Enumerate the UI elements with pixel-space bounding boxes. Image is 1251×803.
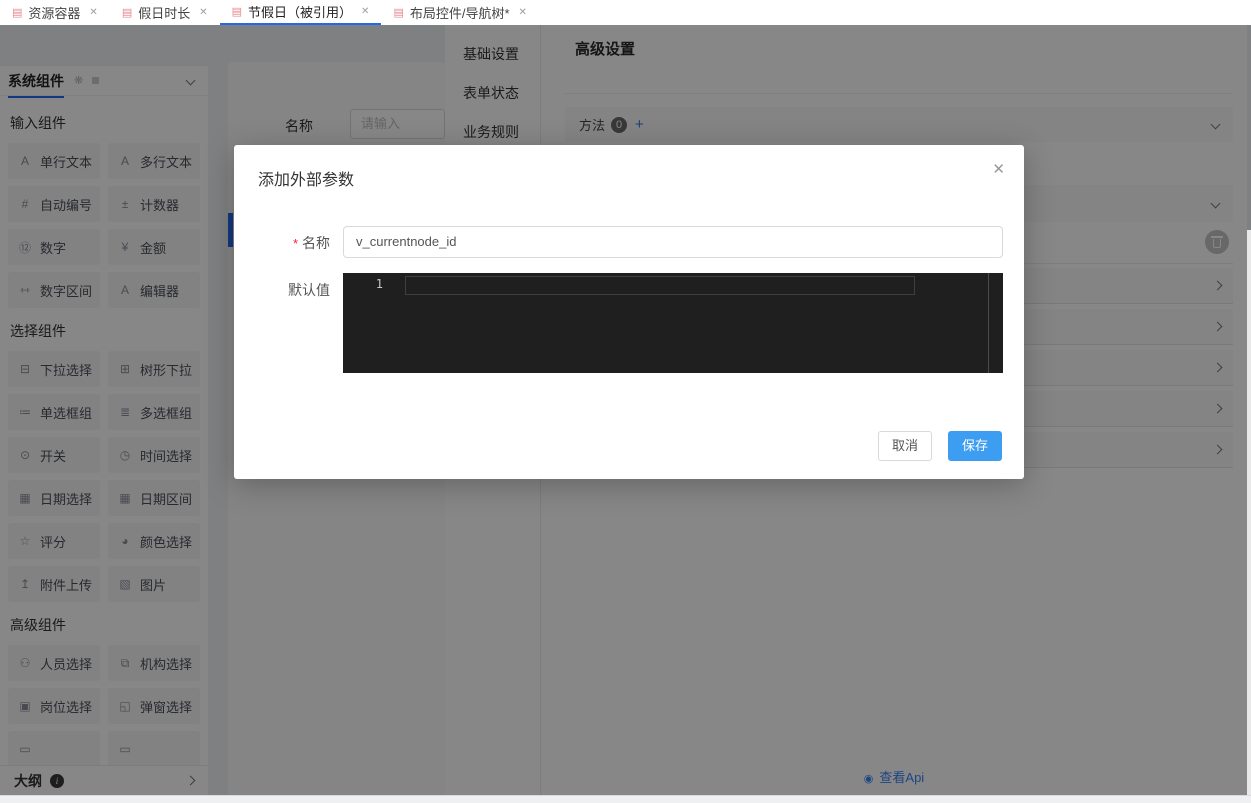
default-value-label: 默认值 xyxy=(254,280,330,300)
tab-label: 布局控件/导航树* xyxy=(410,3,510,22)
default-value-code-editor[interactable]: 1 xyxy=(343,273,1003,373)
app-window: ▤ 资源容器 ✕ ▤ 假日时长 ✕ ▤ 节假日（被引用） ✕ ▤ 布局控件/导航… xyxy=(0,0,1251,803)
close-icon[interactable]: ✕ xyxy=(992,160,1005,178)
close-icon[interactable]: ✕ xyxy=(519,7,527,18)
tab-holiday-referenced[interactable]: ▤ 节假日（被引用） ✕ xyxy=(220,0,382,25)
tab-layout-navtree[interactable]: ▤ 布局控件/导航树* ✕ xyxy=(381,0,538,25)
document-icon: ▤ xyxy=(12,6,22,19)
tab-label: 资源容器 xyxy=(28,3,80,22)
cancel-button[interactable]: 取消 xyxy=(878,431,932,461)
dialog-title: 添加外部参数 xyxy=(258,166,354,190)
name-field-label: * 名称 xyxy=(254,233,330,253)
bottom-bar xyxy=(0,795,1251,803)
name-label-text: 名称 xyxy=(302,235,330,251)
save-button[interactable]: 保存 xyxy=(948,431,1002,461)
parameter-name-input[interactable]: v_currentnode_id xyxy=(343,226,1003,258)
close-icon[interactable]: ✕ xyxy=(89,7,97,18)
tab-holiday-duration[interactable]: ▤ 假日时长 ✕ xyxy=(110,0,220,25)
tab-resource-container[interactable]: ▤ 资源容器 ✕ xyxy=(0,0,110,25)
document-icon: ▤ xyxy=(122,6,132,19)
required-mark: * xyxy=(293,236,298,251)
close-icon[interactable]: ✕ xyxy=(361,6,369,17)
tab-bar: ▤ 资源容器 ✕ ▤ 假日时长 ✕ ▤ 节假日（被引用） ✕ ▤ 布局控件/导航… xyxy=(0,0,1251,25)
add-external-parameter-dialog: 添加外部参数 ✕ * 名称 v_currentnode_id 默认值 1 取消 保… xyxy=(234,145,1024,479)
current-line-highlight xyxy=(405,276,915,295)
vertical-scrollbar[interactable] xyxy=(1247,230,1251,795)
document-icon: ▤ xyxy=(393,6,403,19)
line-number: 1 xyxy=(343,277,383,291)
close-icon[interactable]: ✕ xyxy=(199,7,207,18)
editor-scrollbar-divider xyxy=(988,273,989,373)
tab-label: 节假日（被引用） xyxy=(248,2,352,21)
document-icon: ▤ xyxy=(232,5,242,18)
tab-label: 假日时长 xyxy=(138,3,190,22)
